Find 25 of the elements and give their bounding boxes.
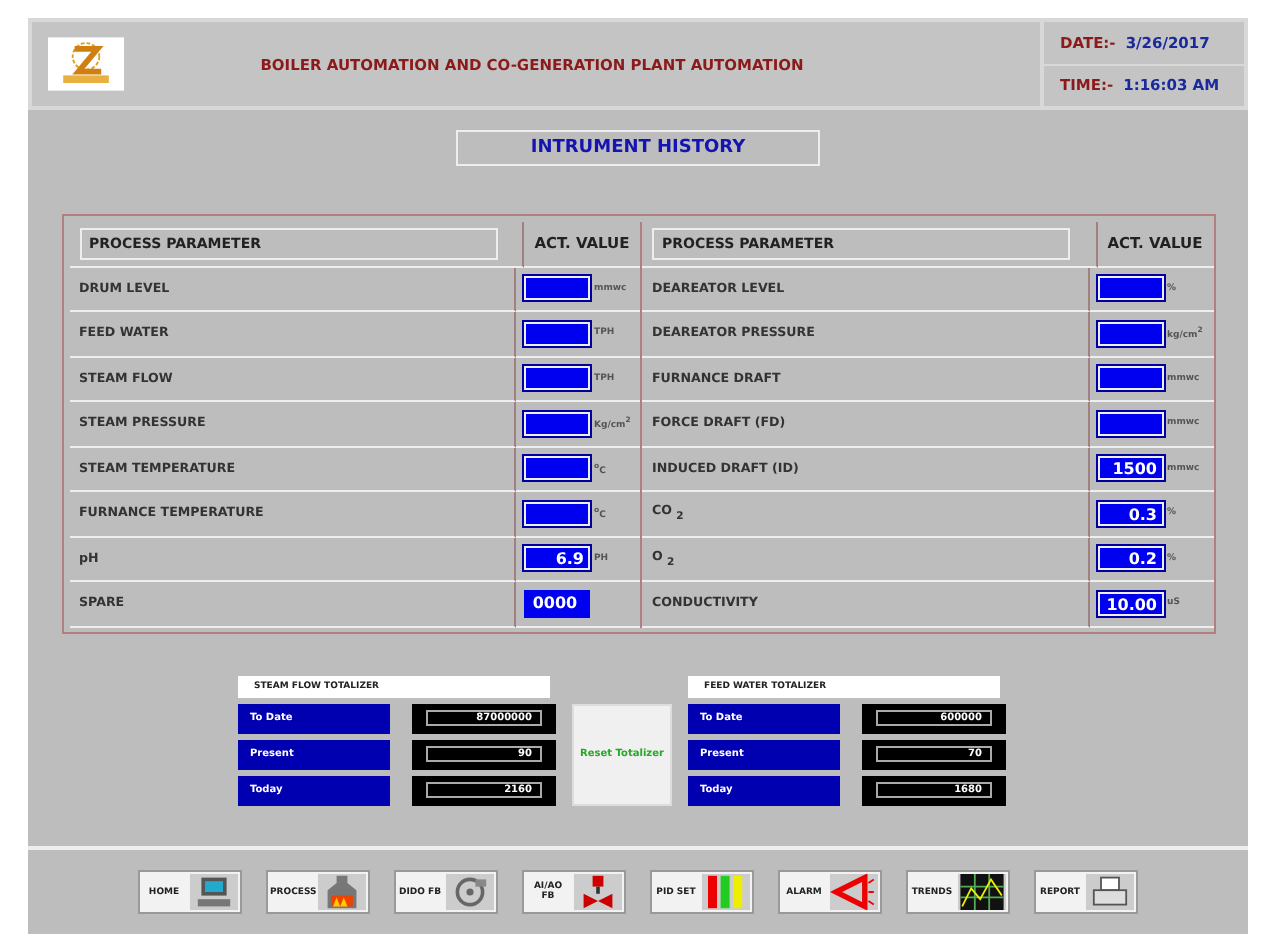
value-display: 0000 [524,589,590,618]
printer-icon [1086,874,1134,910]
value-display [524,411,590,436]
value-display: 6.9 [524,546,590,571]
value-display: 10.00 [1097,591,1163,616]
logo-icon [48,36,124,92]
value-display [1097,366,1163,391]
value-display: 0.2 [1097,546,1163,571]
page-title: INTRUMENT HISTORY [456,130,820,166]
fan-icon [446,874,494,910]
value-display [524,456,590,481]
value-display [1097,321,1163,346]
computer-icon [190,874,238,910]
valve-icon [574,874,622,910]
value-display [524,321,590,346]
furnace-icon [318,874,366,910]
value-display [524,366,590,391]
bars-icon [702,874,750,910]
value-display: 0.3 [1097,501,1163,526]
value-display [1097,276,1163,301]
value-display: 1500 [1097,456,1163,481]
value-display [524,501,590,526]
value-display [524,276,590,301]
chart-icon [958,874,1006,910]
value-display [1097,411,1163,436]
